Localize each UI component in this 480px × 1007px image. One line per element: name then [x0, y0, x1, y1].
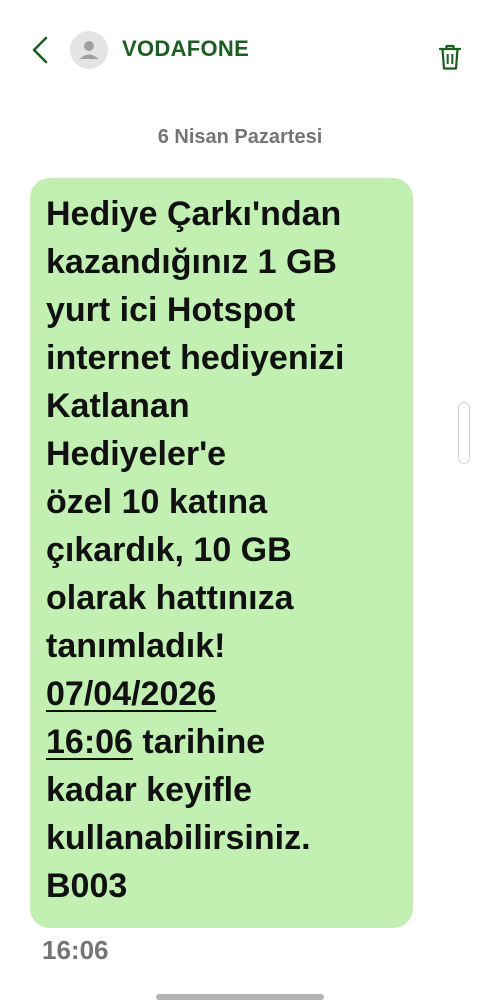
person-icon [79, 41, 99, 59]
trash-icon [438, 44, 462, 70]
contact-name[interactable]: VODAFONE [122, 34, 249, 64]
chevron-left-icon [32, 36, 48, 64]
conversation-header: VODAFONE [0, 0, 480, 100]
contact-avatar[interactable] [70, 31, 108, 69]
message-time: 16:06 [42, 935, 109, 965]
message-body-start: Hediye Çarkı'ndan kazandığınız 1 GB yurt… [46, 195, 345, 665]
home-indicator[interactable] [156, 994, 324, 1000]
back-button[interactable] [24, 32, 56, 68]
message-screen: VODAFONE 6 Nisan Pazartesi Hediye Çarkı'… [0, 0, 480, 1007]
delete-button[interactable] [434, 40, 466, 74]
message-text: Hediye Çarkı'ndan kazandığınız 1 GB yurt… [46, 190, 403, 910]
date-divider: 6 Nisan Pazartesi [157, 126, 323, 148]
scroll-indicator[interactable] [458, 402, 470, 464]
message-bubble[interactable]: Hediye Çarkı'ndan kazandığınız 1 GB yurt… [30, 178, 413, 928]
